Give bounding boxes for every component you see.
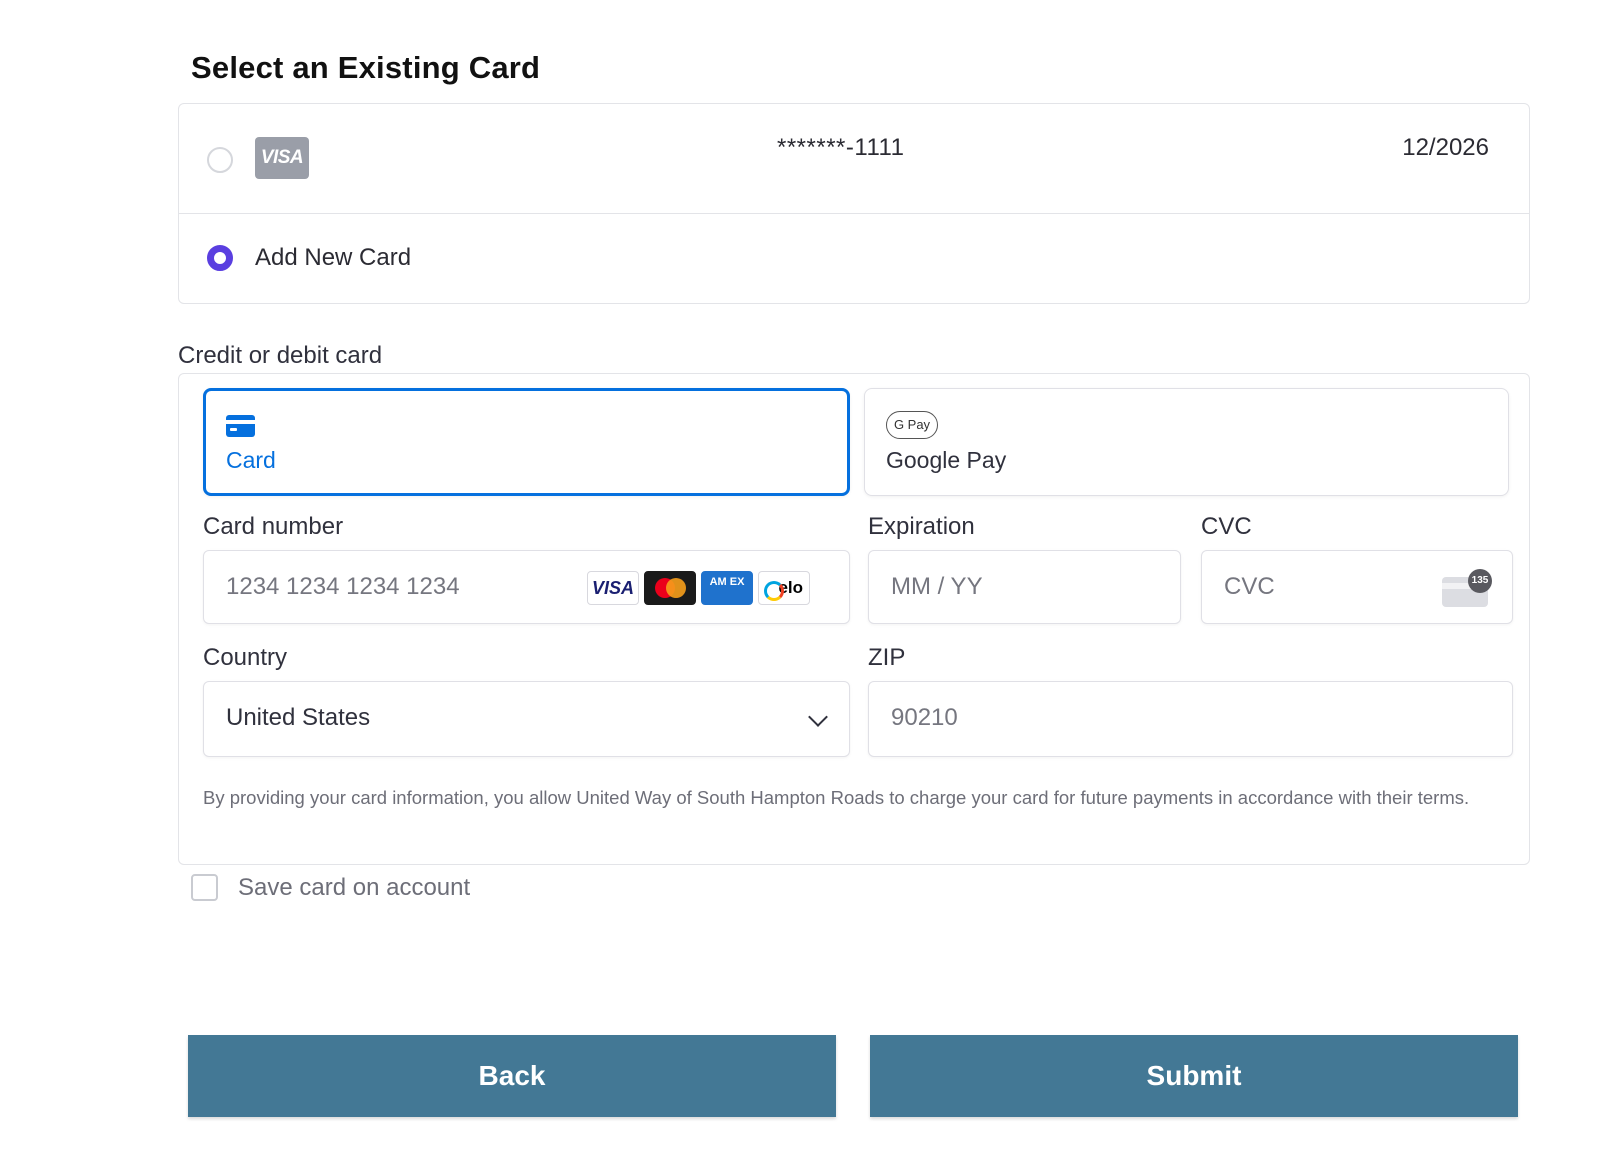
cvc-badge: 135 — [1468, 569, 1492, 593]
saved-card-row[interactable]: VISA *******-1111 12/2026 — [178, 103, 1530, 214]
cvc-input[interactable]: CVC 135 — [1201, 550, 1513, 624]
saved-card-radio[interactable] — [207, 147, 233, 173]
visa-brand-icon: VISA — [255, 137, 309, 179]
google-pay-icon: G Pay — [886, 411, 938, 439]
card-expiry: 12/2026 — [1402, 134, 1489, 161]
save-card-checkbox[interactable] — [191, 874, 218, 901]
card-number-input[interactable]: 1234 1234 1234 1234 VISA AM EX elo — [203, 550, 850, 624]
expiration-label: Expiration — [868, 513, 975, 540]
submit-button[interactable]: Submit — [870, 1035, 1518, 1117]
country-value: United States — [226, 704, 371, 731]
amex-icon: AM EX — [701, 571, 753, 605]
add-new-card-label: Add New Card — [255, 244, 412, 271]
mastercard-icon — [644, 571, 696, 605]
visa-icon: VISA — [587, 571, 639, 605]
tab-card[interactable]: Card — [203, 388, 850, 496]
country-select[interactable]: United States — [203, 681, 850, 757]
tab-google-pay-label: Google Pay — [886, 447, 1007, 473]
card-authorization-disclaimer: By providing your card information, you … — [203, 787, 1470, 808]
cvc-card-icon: 135 — [1442, 569, 1492, 607]
card-number-label: Card number — [203, 513, 344, 540]
payment-form-heading: Credit or debit card — [178, 342, 383, 369]
country-label: Country — [203, 644, 288, 671]
credit-card-icon — [226, 415, 255, 437]
payment-element: Card G Pay Google Pay Card number 1234 1… — [178, 373, 1530, 865]
tab-card-label: Card — [226, 447, 276, 473]
back-button[interactable]: Back — [188, 1035, 836, 1117]
saved-card-list: VISA *******-1111 12/2026 Add New Card — [178, 103, 1530, 304]
expiration-input[interactable]: MM / YY — [868, 550, 1181, 624]
zip-label: ZIP — [868, 644, 906, 671]
zip-input[interactable]: 90210 — [868, 681, 1513, 757]
chevron-down-icon — [808, 707, 828, 727]
section-title: Select an Existing Card — [191, 50, 541, 85]
expiration-placeholder: MM / YY — [891, 573, 983, 600]
card-number-placeholder: 1234 1234 1234 1234 — [226, 573, 460, 600]
elo-icon: elo — [758, 571, 810, 605]
add-new-card-row[interactable]: Add New Card — [178, 214, 1530, 304]
cvc-placeholder: CVC — [1224, 573, 1275, 600]
add-new-card-radio[interactable] — [207, 245, 233, 271]
save-card-label: Save card on account — [238, 874, 471, 901]
tab-google-pay[interactable]: G Pay Google Pay — [864, 388, 1509, 496]
masked-card-number: *******-1111 — [777, 134, 905, 161]
zip-placeholder: 90210 — [891, 704, 958, 731]
cvc-label: CVC — [1201, 513, 1252, 540]
